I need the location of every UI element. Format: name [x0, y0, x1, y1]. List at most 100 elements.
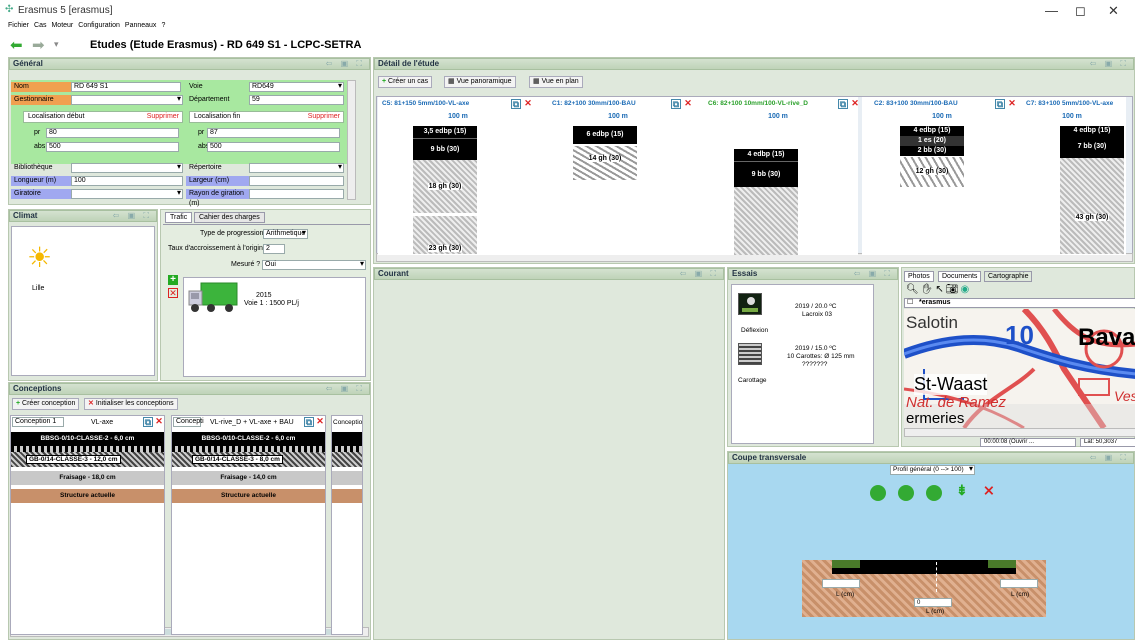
create-case-button[interactable]: + Créer un cas	[378, 76, 433, 88]
remove-section-icon[interactable]: ⨯	[983, 482, 995, 499]
panel-controls-icon[interactable]: ⇦ ▣ ⛶	[326, 384, 365, 394]
voie-select[interactable]: RD649	[249, 82, 344, 92]
panel-controls-icon[interactable]: ⇦ ▣ ⛶	[1090, 453, 1129, 463]
delete-icon[interactable]: ✕	[154, 417, 164, 427]
camera-icon[interactable]: 📷︎	[946, 284, 961, 295]
delete-traffic-icon[interactable]: ✕	[168, 288, 178, 298]
longueur-field[interactable]: 100	[71, 176, 183, 186]
panoramic-view-button[interactable]: ▦ Vue panoramique	[444, 76, 516, 88]
delete-icon[interactable]: ✕	[1007, 99, 1017, 109]
plan-view-button[interactable]: ▦ Vue en plan	[529, 76, 583, 88]
map-layer-row[interactable]: ☐ *erasmus	[904, 298, 1135, 308]
pano-label: Vue panoramique	[456, 78, 512, 85]
create-case-label: Créer un cas	[388, 78, 429, 85]
next-arrow-icon[interactable]	[926, 485, 942, 501]
layer-label: 43 gh (30)	[1074, 214, 1110, 221]
tab-trafic[interactable]: Trafic	[165, 212, 193, 223]
copy-icon[interactable]: ⧉	[671, 99, 681, 109]
layer-checkbox-icon[interactable]: ☐	[907, 299, 913, 307]
globe-icon[interactable]: ◉	[961, 284, 972, 295]
repertoire-select[interactable]	[249, 163, 344, 173]
loc-debut-supprimer[interactable]: Supprimer	[147, 112, 179, 122]
left-width-field[interactable]	[822, 579, 860, 588]
trafic-panel: Trafic Cahier des charges Type de progre…	[160, 209, 371, 381]
panel-controls-icon[interactable]: ⇦ ▣ ⛶	[854, 269, 893, 279]
map-layer-name: *erasmus	[919, 299, 951, 306]
general-scrollbar[interactable]	[347, 80, 356, 200]
menu-moteur[interactable]: Moteur	[51, 22, 73, 29]
menu-help[interactable]: ?	[161, 22, 165, 29]
prev-arrow-icon[interactable]	[870, 485, 886, 501]
conception-name-field[interactable]: Conception 1	[12, 417, 64, 427]
right-width-field[interactable]	[1000, 579, 1038, 588]
menu-cas[interactable]: Cas	[34, 22, 46, 29]
back-arrow-icon[interactable]: ⬅	[10, 36, 23, 54]
bibliotheque-select[interactable]	[71, 163, 183, 173]
pr-fin-field[interactable]: 87	[207, 128, 340, 138]
panel-controls-icon[interactable]: ⇦ ▣ ⛶	[680, 269, 719, 279]
plan-label: Vue en plan	[541, 78, 579, 85]
tab-cartographie[interactable]: Cartographie	[984, 271, 1033, 282]
copy-icon[interactable]: ⧉	[143, 417, 153, 427]
taux-field[interactable]: 2	[263, 244, 285, 254]
copy-icon[interactable]: ⧉	[838, 99, 848, 109]
coupe-header: Coupe transversale ⇦ ▣ ⛶	[728, 452, 1134, 464]
menu-panneaux[interactable]: Panneaux	[125, 22, 157, 29]
conception-title: Conception 1 VL-axe ⧉ ✕	[11, 416, 164, 429]
loc-debut-header[interactable]: Localisation début Supprimer	[23, 111, 183, 123]
case-card-c1[interactable]: C1: 82+100 30mm/100-BAU ⧉ ✕ 100 m 6 edbp…	[538, 97, 698, 255]
tab-photos[interactable]: Photos	[904, 271, 934, 282]
loc-fin-supprimer[interactable]: Supprimer	[308, 112, 340, 122]
case-card-c5[interactable]: C5: 81+150 5mm/100-VL-axe ⧉ ✕ 100 m 3,5 …	[378, 97, 538, 255]
map-scrollbar[interactable]	[904, 428, 1135, 437]
prog-select[interactable]: Arithmetique	[263, 229, 308, 239]
maximize-button[interactable]: ◻	[1075, 3, 1086, 19]
case-title: C2: 83+100 30mm/100-BAU	[874, 100, 958, 107]
close-button[interactable]: ✕	[1108, 3, 1119, 19]
forward-arrow-icon[interactable]: ➡	[32, 36, 45, 54]
nom-field[interactable]: RD 649 S1	[71, 82, 181, 92]
delete-icon[interactable]: ✕	[315, 417, 325, 427]
panel-controls-icon[interactable]: ⇦ ▣ ⛶	[1090, 59, 1129, 69]
zoom-icon[interactable]: 🔍︎	[906, 284, 921, 295]
delete-icon[interactable]: ✕	[523, 99, 533, 109]
menu-configuration[interactable]: Configuration	[78, 22, 120, 29]
loc-fin-header[interactable]: Localisation fin Supprimer	[189, 111, 344, 123]
pr-fin-label: pr	[198, 129, 205, 136]
minimize-button[interactable]: —	[1045, 3, 1058, 18]
add-traffic-icon[interactable]: +	[168, 275, 178, 285]
down-arrow-icon[interactable]	[898, 485, 914, 501]
rayon-field[interactable]	[249, 189, 344, 199]
largeur-field[interactable]	[249, 176, 344, 186]
delete-icon[interactable]: ✕	[850, 99, 860, 109]
init-conceptions-button[interactable]: ✕ Initialiser les conceptions	[84, 398, 178, 410]
copy-icon[interactable]: ⧉	[304, 417, 314, 427]
delete-icon[interactable]: ✕	[683, 99, 693, 109]
menu-fichier[interactable]: Fichier	[8, 22, 29, 29]
abs-debut-field[interactable]: 500	[46, 142, 179, 152]
profil-select[interactable]: Profil général (0 --> 100)	[890, 465, 975, 475]
create-conception-button[interactable]: + Créer conception	[12, 398, 80, 410]
panel-controls-icon[interactable]: ⇦ ▣ ⛶	[326, 59, 365, 69]
pr-debut-field[interactable]: 80	[46, 128, 179, 138]
add-section-icon[interactable]: ⇟	[956, 482, 968, 499]
pointer-icon[interactable]: ↖	[935, 284, 945, 295]
menu-bar: Fichier Cas Moteur Configuration Panneaux?	[0, 22, 1135, 33]
giratoire-select[interactable]	[71, 189, 183, 199]
tab-documents[interactable]: Documents	[938, 271, 982, 282]
copy-icon[interactable]: ⧉	[511, 99, 521, 109]
center-width-field[interactable]: 0	[914, 598, 952, 607]
gestionnaire-select[interactable]	[71, 95, 183, 105]
conception-name-field[interactable]: Concepti	[173, 417, 204, 427]
copy-icon[interactable]: ⧉	[995, 99, 1005, 109]
departement-field[interactable]: 59	[249, 95, 344, 105]
pan-hand-icon[interactable]: ✋︎	[921, 284, 936, 295]
tab-cahier[interactable]: Cahier des charges	[194, 212, 265, 223]
abs-fin-field[interactable]: 500	[207, 142, 340, 152]
case-card-c6[interactable]: C6: 82+100 10mm/100-VL-rive_D ⧉ ✕ 100 m …	[698, 97, 860, 255]
nav-dropdown-icon[interactable]: ▾	[54, 39, 59, 50]
case-card-c7[interactable]: C7: 83+100 5mm/100-VL-axe 100 m 4 edbp (…	[1022, 97, 1126, 255]
panel-controls-icon[interactable]: ⇦ ▣ ⛶	[113, 211, 152, 221]
mesure-select[interactable]: Oui	[262, 260, 366, 270]
case-card-c2[interactable]: C2: 83+100 30mm/100-BAU ⧉ ✕ 100 m 4 edbp…	[862, 97, 1022, 255]
